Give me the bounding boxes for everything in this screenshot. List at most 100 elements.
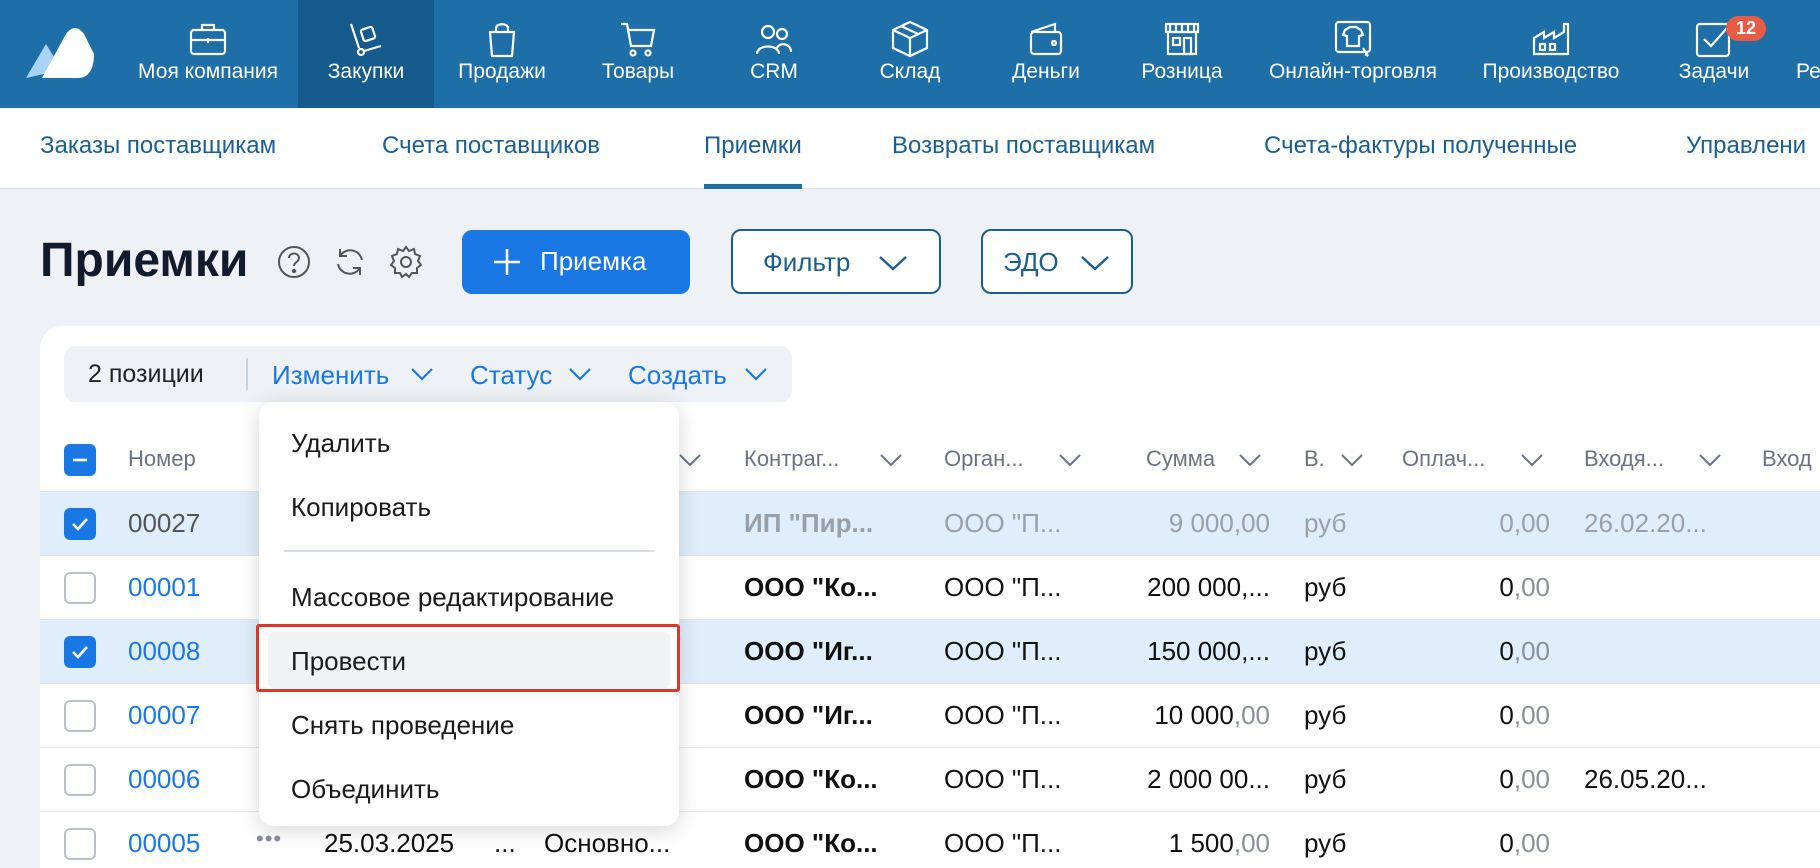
column-header-number[interactable]: Номер — [128, 446, 196, 472]
row-incoming: 26.05.20... — [1584, 764, 1707, 794]
row-date: 25.03.2025 — [324, 828, 455, 858]
wallet-icon — [1029, 22, 1063, 56]
nav-purchases[interactable]: Закупки — [298, 0, 434, 108]
refresh-icon[interactable] — [332, 244, 368, 280]
chevron-down-icon[interactable] — [678, 452, 702, 468]
menu-item-bulk-edit[interactable]: Массовое редактирование — [291, 582, 614, 613]
row-organization: ООО "П... — [944, 508, 1062, 538]
nav-money[interactable]: Деньги — [978, 0, 1114, 108]
row-checkbox[interactable] — [64, 636, 96, 668]
subnav-supplier-orders[interactable]: Заказы поставщикам — [40, 108, 276, 189]
nav-goods[interactable]: Товары — [570, 0, 706, 108]
chevron-down-icon[interactable] — [410, 366, 434, 382]
row-checkbox[interactable] — [64, 700, 96, 732]
nav-crm[interactable]: CRM — [706, 0, 842, 108]
column-header-incoming-date[interactable]: Вход — [1762, 446, 1812, 472]
sum-integer: 200 000,... — [1147, 572, 1270, 602]
filter-label: Фильтр — [763, 247, 851, 277]
highlight-frame — [256, 624, 680, 692]
row-number[interactable]: 00027 — [128, 508, 200, 539]
chevron-down-icon[interactable] — [1520, 452, 1544, 468]
chevron-down-icon[interactable] — [1238, 452, 1262, 468]
menu-item-merge[interactable]: Объединить — [291, 774, 439, 805]
select-all-checkbox[interactable] — [64, 444, 96, 476]
selection-count: 2 позиции — [88, 360, 204, 388]
nav-label: Ре — [1796, 60, 1820, 83]
nav-label: Производство — [1482, 60, 1620, 83]
row-actions-icon[interactable]: ••• — [256, 826, 282, 852]
nav-tasks[interactable]: 12 Задачи — [1646, 0, 1782, 108]
gear-icon[interactable] — [388, 244, 424, 280]
menu-item-delete[interactable]: Удалить — [291, 428, 390, 459]
chevron-down-icon[interactable] — [568, 366, 592, 382]
row-checkbox[interactable] — [64, 764, 96, 796]
row-status-dots: ... — [494, 828, 516, 858]
nav-online-trade[interactable]: Онлайн-торговля — [1250, 0, 1456, 108]
subnav-receipts[interactable]: Приемки — [704, 108, 802, 189]
create-menu-button[interactable]: Создать — [628, 360, 727, 391]
check-icon — [72, 518, 88, 531]
shirt-icon — [1334, 20, 1372, 57]
paid-decimal: ,00 — [1513, 508, 1550, 538]
row-checkbox[interactable] — [64, 828, 96, 860]
sum-decimal: ,00 — [1233, 828, 1270, 858]
column-header-counterparty[interactable]: Контраг... — [744, 446, 839, 472]
column-header-currency[interactable]: В. — [1304, 446, 1325, 472]
column-header-incoming[interactable]: Входя... — [1584, 446, 1664, 472]
add-receipt-button[interactable]: Приемка — [462, 230, 690, 294]
subnav-management[interactable]: Управлени — [1686, 108, 1806, 189]
row-number[interactable]: 00007 — [128, 700, 200, 731]
chevron-down-icon[interactable] — [1340, 452, 1364, 468]
nav-label: Моя компания — [138, 60, 278, 83]
column-header-paid[interactable]: Оплач... — [1402, 446, 1485, 472]
column-header-sum[interactable]: Сумма — [1146, 446, 1215, 472]
chevron-down-icon[interactable] — [879, 452, 903, 468]
row-number[interactable]: 00001 — [128, 572, 200, 603]
paid-decimal: ,00 — [1513, 764, 1550, 794]
row-organization: ООО "П... — [944, 828, 1062, 858]
nav-production[interactable]: Производство — [1456, 0, 1646, 108]
row-currency: руб — [1304, 764, 1347, 794]
sum-integer: 10 000 — [1154, 700, 1234, 730]
edit-dropdown-menu — [259, 402, 679, 826]
row-counterparty: ООО "Иг... — [744, 700, 873, 730]
row-paid: 0,00 — [1400, 508, 1550, 539]
nav-retail[interactable]: Розница — [1114, 0, 1250, 108]
shopping-cart-icon — [621, 22, 656, 57]
row-currency: руб — [1304, 572, 1347, 602]
nav-more[interactable]: Ре — [1782, 0, 1820, 108]
row-checkbox[interactable] — [64, 508, 96, 540]
chevron-down-icon[interactable] — [1058, 452, 1082, 468]
row-organization: ООО "П... — [944, 764, 1062, 794]
row-organization: ООО "П... — [944, 700, 1062, 730]
row-number[interactable]: 00006 — [128, 764, 200, 795]
nav-sales[interactable]: Продажи — [434, 0, 570, 108]
edo-button[interactable]: ЭДО — [981, 229, 1133, 294]
edit-menu-button[interactable]: Изменить — [272, 360, 389, 391]
row-number[interactable]: 00005 — [128, 828, 200, 859]
nav-my-company[interactable]: Моя компания — [118, 0, 298, 108]
row-currency: руб — [1304, 636, 1347, 666]
row-currency: руб — [1304, 508, 1347, 538]
bag-icon — [488, 23, 516, 58]
subnav-supplier-returns[interactable]: Возвраты поставщикам — [892, 108, 1155, 189]
menu-item-copy[interactable]: Копировать — [291, 492, 431, 523]
paid-decimal: ,00 — [1513, 572, 1550, 602]
row-counterparty: ООО "Ко... — [744, 764, 878, 794]
subnav-supplier-invoices[interactable]: Счета поставщиков — [382, 108, 600, 189]
logo-icon[interactable] — [26, 26, 94, 78]
paid-integer: 0 — [1499, 828, 1514, 858]
menu-item-unpost[interactable]: Снять проведение — [291, 710, 514, 741]
filter-button[interactable]: Фильтр — [731, 229, 941, 294]
row-number[interactable]: 00008 — [128, 636, 200, 667]
chevron-down-icon — [879, 256, 907, 271]
column-header-organization[interactable]: Орган... — [944, 446, 1024, 472]
subnav-received-invoices[interactable]: Счета-фактуры полученные — [1264, 108, 1577, 189]
status-menu-button[interactable]: Статус — [470, 360, 552, 391]
help-icon[interactable] — [276, 244, 312, 280]
check-icon — [72, 646, 88, 659]
nav-warehouse[interactable]: Склад — [842, 0, 978, 108]
chevron-down-icon[interactable] — [744, 366, 768, 382]
chevron-down-icon[interactable] — [1698, 452, 1722, 468]
row-checkbox[interactable] — [64, 572, 96, 604]
